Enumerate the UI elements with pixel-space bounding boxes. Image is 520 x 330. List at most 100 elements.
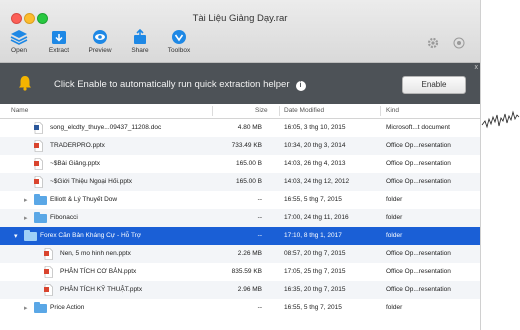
- column-divider[interactable]: [380, 106, 381, 116]
- file-list: song_elcdty_thuye...09437_11208.doc 4.80 …: [0, 119, 480, 317]
- file-row[interactable]: PHÂN TÍCH CƠ BẢN.pptx 835.59 KB 17:05, 25 …: [0, 263, 480, 281]
- column-divider[interactable]: [279, 106, 280, 116]
- file-size: --: [257, 232, 262, 239]
- target-icon[interactable]: [452, 36, 466, 50]
- file-name: Price Action: [50, 304, 85, 311]
- toolbox-label: Toolbox: [167, 47, 191, 54]
- file-name: PHÂN TÍCH CƠ BẢN.pptx: [60, 268, 137, 275]
- file-size: 165.00 B: [235, 178, 262, 185]
- powerpoint-file-icon: [34, 140, 43, 152]
- chevron-right-icon[interactable]: ▸: [24, 304, 28, 312]
- open-button[interactable]: Open: [2, 29, 36, 54]
- size-column-header[interactable]: Size: [255, 107, 268, 114]
- eye-icon: [93, 30, 107, 44]
- file-date: 16:35, 20 thg 7, 2015: [284, 286, 346, 293]
- column-divider[interactable]: [212, 106, 213, 116]
- file-kind: Office Op...resentation: [386, 160, 451, 167]
- file-row[interactable]: ~$Giới Thiệu Ngoại Hối.pptx 165.00 B 14:03…: [0, 173, 480, 191]
- file-kind: Office Op...resentation: [386, 142, 451, 149]
- file-date: 14:03, 26 thg 4, 2013: [284, 160, 346, 167]
- file-kind: Microsoft...t document: [386, 124, 450, 131]
- powerpoint-file-icon: [44, 284, 53, 296]
- enable-button[interactable]: Enable: [402, 76, 466, 94]
- file-row[interactable]: TRADERPRO.pptx 733.49 KB 10:34, 20 thg 3, …: [0, 137, 480, 155]
- notification-banner: Click Enable to automatically run quick …: [0, 63, 480, 104]
- file-date: 17:05, 25 thg 7, 2015: [284, 268, 346, 275]
- file-date: 17:10, 8 thg 1, 2017: [284, 232, 342, 239]
- folder-icon: [34, 302, 47, 313]
- preview-button[interactable]: Preview: [83, 29, 117, 54]
- extract-label: Extract: [48, 47, 70, 54]
- window-title: Tài Liệu Giảng Dạy.rar: [192, 13, 288, 24]
- banner-text: Click Enable to automatically run quick …: [54, 79, 290, 90]
- folder-row[interactable]: ▾ Forex Căn Bản Kháng Cự - Hỗ Trợ -- 17:10,…: [0, 227, 480, 245]
- file-row[interactable]: PHÂN TÍCH KỸ THUẬT.pptx 2.96 MB 16:35, 20 …: [0, 281, 480, 299]
- bell-icon: [19, 76, 31, 91]
- archive-window: Tài Liệu Giảng Dạy.rar Open Extract Prev…: [0, 0, 481, 330]
- close-banner-icon[interactable]: x: [475, 64, 479, 71]
- powerpoint-file-icon: [44, 248, 53, 260]
- file-size: --: [257, 196, 262, 203]
- file-kind: folder: [386, 232, 403, 239]
- info-icon[interactable]: i: [295, 81, 306, 91]
- title-bar: Tài Liệu Giảng Dạy.rar Open Extract Prev…: [0, 0, 480, 63]
- banner-message: Click Enable to automatically run quick …: [54, 79, 306, 91]
- name-column-header[interactable]: Name: [11, 107, 28, 114]
- open-label: Open: [11, 47, 27, 54]
- file-date: 17:00, 24 thg 11, 2016: [284, 214, 349, 221]
- share-button[interactable]: Share: [123, 29, 157, 54]
- file-date: 16:55, 5 thg 7, 2015: [284, 196, 342, 203]
- folder-row[interactable]: ▸ Price Action -- 16:55, 5 thg 7, 2015 folde…: [0, 299, 480, 317]
- share-icon: [134, 29, 146, 44]
- gear-icon[interactable]: [426, 36, 440, 50]
- file-name: song_elcdty_thuye...09437_11208.doc: [50, 124, 162, 131]
- folder-icon: [34, 194, 47, 205]
- extract-icon: [52, 31, 66, 44]
- folder-row[interactable]: ▸ Elliott & Lý Thuyết Dow -- 16:55, 5 thg 7…: [0, 191, 480, 209]
- file-row[interactable]: ~$Bài Giảng.pptx 165.00 B 14:03, 26 thg 4,…: [0, 155, 480, 173]
- powerpoint-file-icon: [34, 158, 43, 170]
- chevron-right-icon[interactable]: ▸: [24, 214, 28, 222]
- file-kind: Office Op...resentation: [386, 250, 451, 257]
- file-kind: Office Op...resentation: [386, 286, 451, 293]
- file-name: PHÂN TÍCH KỸ THUẬT.pptx: [60, 286, 143, 293]
- file-date: 14:03, 24 thg 12, 2012: [284, 178, 350, 185]
- powerpoint-file-icon: [44, 266, 53, 278]
- background-chart-line: [481, 110, 520, 129]
- file-size: 4.80 MB: [237, 124, 262, 131]
- file-kind: Office Op...resentation: [386, 268, 451, 275]
- file-date: 16:55, 5 thg 7, 2015: [284, 304, 342, 311]
- kind-column-header[interactable]: Kind: [386, 107, 399, 114]
- file-name: Forex Căn Bản Kháng Cự - Hỗ Trợ: [40, 232, 142, 239]
- folder-row[interactable]: ▸ Fibonacci -- 17:00, 24 thg 11, 2016 folder: [0, 209, 480, 227]
- chevron-down-icon[interactable]: ▾: [14, 232, 18, 240]
- folder-icon: [24, 230, 37, 241]
- file-date: 10:34, 20 thg 3, 2014: [284, 142, 346, 149]
- date-column-header[interactable]: Date Modified: [284, 107, 324, 114]
- file-name: ~$Bài Giảng.pptx: [50, 160, 101, 167]
- column-header-row: Name Size Date Modified Kind: [0, 104, 480, 119]
- background-chart-fragment: [481, 110, 520, 129]
- file-name: Fibonacci: [50, 214, 78, 221]
- file-size: 733.49 KB: [231, 142, 262, 149]
- chevron-right-icon[interactable]: ▸: [24, 196, 28, 204]
- extract-button[interactable]: Extract: [42, 29, 76, 54]
- word-document-icon: [34, 122, 43, 134]
- file-kind: folder: [386, 196, 403, 203]
- file-row[interactable]: Nen, 5 mo hinh nen.pptx 2.26 MB 08:57, 20 …: [0, 245, 480, 263]
- powerpoint-file-icon: [34, 176, 43, 188]
- file-kind: folder: [386, 214, 403, 221]
- file-name: TRADERPRO.pptx: [50, 142, 105, 149]
- file-size: --: [257, 304, 262, 311]
- file-row[interactable]: song_elcdty_thuye...09437_11208.doc 4.80 …: [0, 119, 480, 137]
- layers-icon: [10, 30, 28, 45]
- file-size: 165.00 B: [235, 160, 262, 167]
- file-size: --: [257, 214, 262, 221]
- toolbox-button[interactable]: Toolbox: [162, 29, 196, 54]
- file-date: 08:57, 20 thg 7, 2015: [284, 250, 346, 257]
- file-kind: Office Op...resentation: [386, 178, 451, 185]
- folder-icon: [34, 212, 47, 223]
- file-name: ~$Giới Thiệu Ngoại Hối.pptx: [50, 178, 133, 185]
- toolbox-icon: [172, 30, 186, 44]
- share-label: Share: [131, 47, 149, 54]
